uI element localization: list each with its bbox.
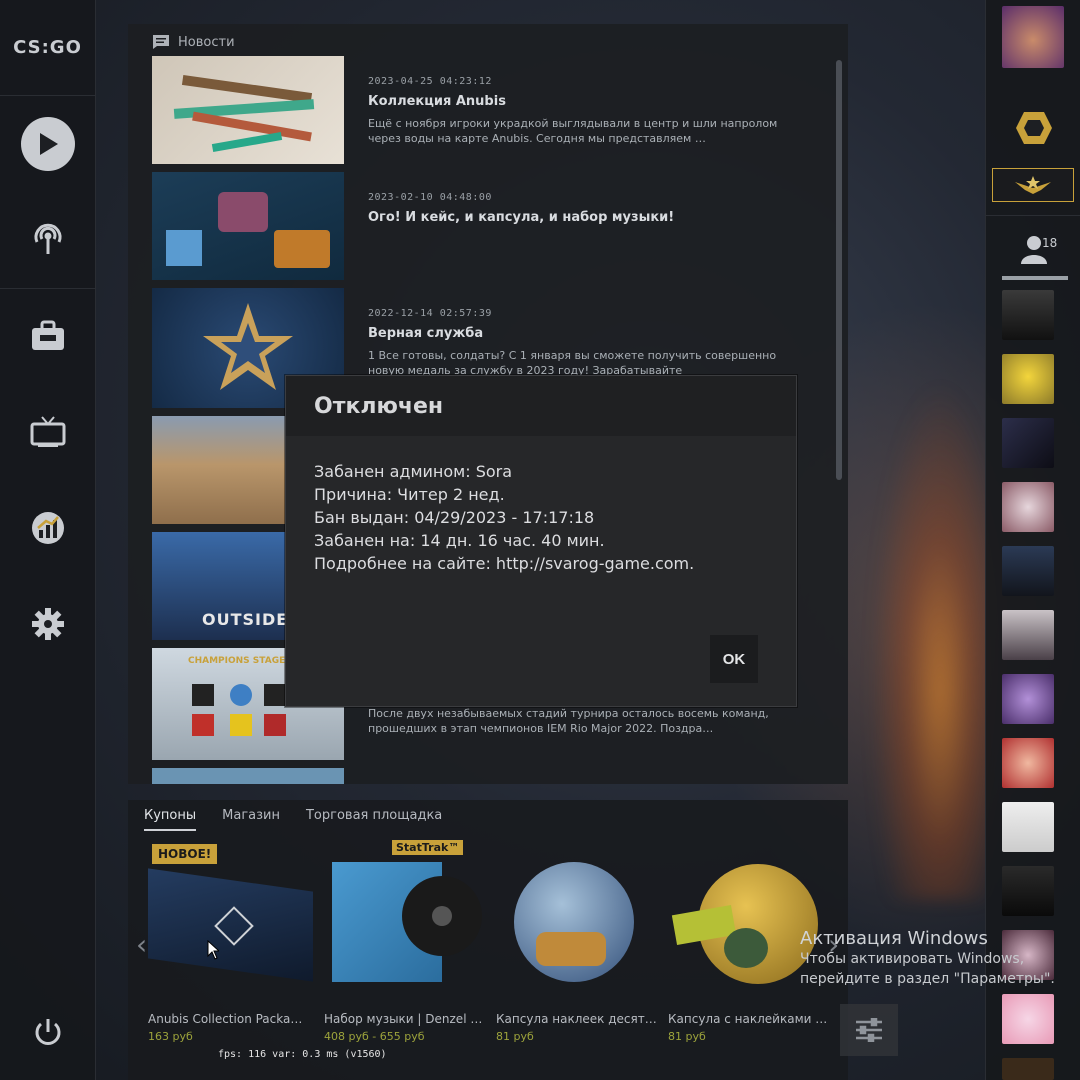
news-date: 2023-02-10 04:48:00 bbox=[368, 192, 492, 203]
sliders-icon bbox=[856, 1018, 882, 1042]
friend-avatar[interactable] bbox=[1002, 674, 1054, 724]
item-image: StatTrak™ bbox=[324, 840, 489, 1000]
friend-avatar[interactable] bbox=[1002, 738, 1054, 788]
friend-avatar[interactable] bbox=[1002, 994, 1054, 1044]
stats-button[interactable] bbox=[0, 498, 95, 558]
news-title: Верная служба bbox=[368, 326, 484, 341]
friend-avatar[interactable] bbox=[1002, 290, 1054, 340]
news-date: 2023-04-25 04:23:12 bbox=[368, 76, 492, 87]
store-prev-arrow[interactable]: ‹ bbox=[136, 928, 147, 961]
tv-icon bbox=[30, 416, 65, 447]
news-title: Коллекция Anubis bbox=[368, 94, 506, 109]
friend-count: 18 bbox=[1042, 236, 1058, 250]
gear-icon bbox=[31, 608, 64, 640]
stattrak-label: StatTrak™ bbox=[392, 840, 464, 855]
hexagon-rank-icon bbox=[1016, 112, 1052, 144]
friend-avatar[interactable] bbox=[1002, 866, 1054, 916]
windows-activation-watermark: Активация Windows Чтобы активировать Win… bbox=[800, 928, 1055, 989]
rank-badge[interactable] bbox=[1014, 110, 1054, 150]
item-price: 81 руб bbox=[668, 1030, 706, 1043]
store-item[interactable]: StatTrak™ Набор музыки | Denzel … 408 ру… bbox=[324, 840, 489, 1043]
broadcast-button[interactable] bbox=[0, 208, 95, 268]
sidebar-divider bbox=[0, 288, 95, 289]
tab-store[interactable]: Магазин bbox=[222, 808, 280, 831]
watch-button[interactable] bbox=[0, 402, 95, 462]
filter-button[interactable] bbox=[840, 1004, 898, 1056]
news-item[interactable] bbox=[152, 768, 832, 784]
item-image bbox=[496, 840, 661, 1000]
news-header-label: Новости bbox=[178, 34, 235, 50]
item-price: 81 руб bbox=[496, 1030, 534, 1043]
item-name: Набор музыки | Denzel … bbox=[324, 1012, 483, 1026]
settings-button[interactable] bbox=[0, 594, 95, 654]
eagle-rank-icon bbox=[1015, 176, 1051, 194]
dialog-line-duration: Забанен на: 14 дн. 16 час. 40 мин. bbox=[314, 531, 605, 550]
dialog-title: Отключен bbox=[286, 376, 796, 436]
store-panel: Купоны Магазин Торговая площадка Anubis … bbox=[128, 800, 848, 1080]
news-header: Новости bbox=[152, 32, 235, 52]
dialog-line-reason: Причина: Читер 2 нед. bbox=[314, 485, 505, 504]
news-scrollbar[interactable] bbox=[836, 60, 842, 480]
store-item[interactable]: Капсула наклеек десят… 81 руб bbox=[496, 840, 661, 1043]
left-sidebar: CS:GO bbox=[0, 0, 96, 1080]
play-icon bbox=[20, 117, 75, 171]
news-text: Ещё с ноября игроки украдкой выглядывали… bbox=[368, 117, 778, 145]
store-item[interactable]: Anubis Collection Packa… 163 руб bbox=[148, 840, 313, 1043]
news-thumbnail bbox=[152, 172, 344, 280]
dialog-line-admin: Забанен админом: Sora bbox=[314, 462, 513, 481]
item-name: Anubis Collection Packa… bbox=[148, 1012, 303, 1026]
inventory-button[interactable] bbox=[0, 306, 95, 366]
broadcast-icon bbox=[34, 223, 61, 254]
ban-dialog: Отключен Забанен админом: Sora Причина: … bbox=[285, 375, 797, 707]
stats-icon bbox=[31, 512, 64, 544]
news-date: 2022-12-14 02:57:39 bbox=[368, 308, 492, 319]
friend-avatar[interactable] bbox=[1002, 802, 1054, 852]
news-item[interactable]: 2023-02-10 04:48:00 Ого! И кейс, и капсу… bbox=[152, 172, 832, 280]
news-item[interactable]: 2023-04-25 04:23:12 Коллекция Anubis Ещё… bbox=[152, 56, 832, 164]
skill-group-badge[interactable] bbox=[992, 168, 1074, 202]
news-text: После двух незабываемых стадий турнира о… bbox=[368, 707, 769, 735]
ok-button[interactable]: OK bbox=[710, 635, 758, 683]
windows-activation-line2: перейдите в раздел "Параметры". bbox=[800, 971, 1055, 987]
windows-activation-line1: Чтобы активировать Windows, bbox=[800, 951, 1025, 967]
news-title: Ого! И кейс, и капсула, и набор музыки! bbox=[368, 210, 675, 225]
play-button[interactable] bbox=[0, 114, 95, 174]
tab-market[interactable]: Торговая площадка bbox=[306, 808, 442, 831]
dialog-line-issued: Бан выдан: 04/29/2023 - 17:17:18 bbox=[314, 508, 595, 527]
friend-avatar[interactable] bbox=[1002, 546, 1054, 596]
power-button[interactable] bbox=[0, 1002, 95, 1062]
briefcase-icon bbox=[31, 320, 64, 350]
right-sidebar bbox=[985, 0, 1080, 1080]
windows-activation-title: Активация Windows bbox=[800, 928, 988, 949]
friends-underline bbox=[1002, 276, 1068, 280]
fps-counter: fps: 116 var: 0.3 ms (v1560) bbox=[218, 1049, 387, 1060]
friend-avatar[interactable] bbox=[1002, 1058, 1054, 1080]
item-name: Капсула наклеек десят… bbox=[496, 1012, 657, 1026]
csgo-logo[interactable]: CS:GO bbox=[0, 0, 95, 96]
dialog-body: Забанен админом: Sora Причина: Читер 2 н… bbox=[286, 436, 796, 599]
sidebar-divider bbox=[986, 215, 1080, 216]
item-image bbox=[148, 840, 313, 1000]
power-icon bbox=[35, 1019, 60, 1045]
dialog-line-website: Подробнее на сайте: http://svarog-game.c… bbox=[314, 554, 695, 573]
news-thumbnail bbox=[152, 56, 344, 164]
news-text: 1 Все готовы, солдаты? С 1 января вы смо… bbox=[368, 349, 777, 377]
player-avatar[interactable] bbox=[1002, 6, 1064, 68]
item-price: 408 руб - 655 руб bbox=[324, 1030, 425, 1043]
store-tabs: Купоны Магазин Торговая площадка bbox=[144, 808, 442, 831]
friend-avatar[interactable] bbox=[1002, 482, 1054, 532]
mouse-cursor-icon bbox=[207, 940, 219, 960]
friend-avatar[interactable] bbox=[1002, 610, 1054, 660]
tab-coupons[interactable]: Купоны bbox=[144, 808, 197, 831]
news-thumbnail bbox=[152, 768, 344, 784]
chat-icon bbox=[153, 35, 169, 49]
friend-avatar[interactable] bbox=[1002, 418, 1054, 468]
friend-avatar[interactable] bbox=[1002, 354, 1054, 404]
item-name: Капсула с наклейками … bbox=[668, 1012, 828, 1026]
new-badge: НОВОЕ! bbox=[152, 844, 218, 864]
item-price: 163 руб bbox=[148, 1030, 193, 1043]
